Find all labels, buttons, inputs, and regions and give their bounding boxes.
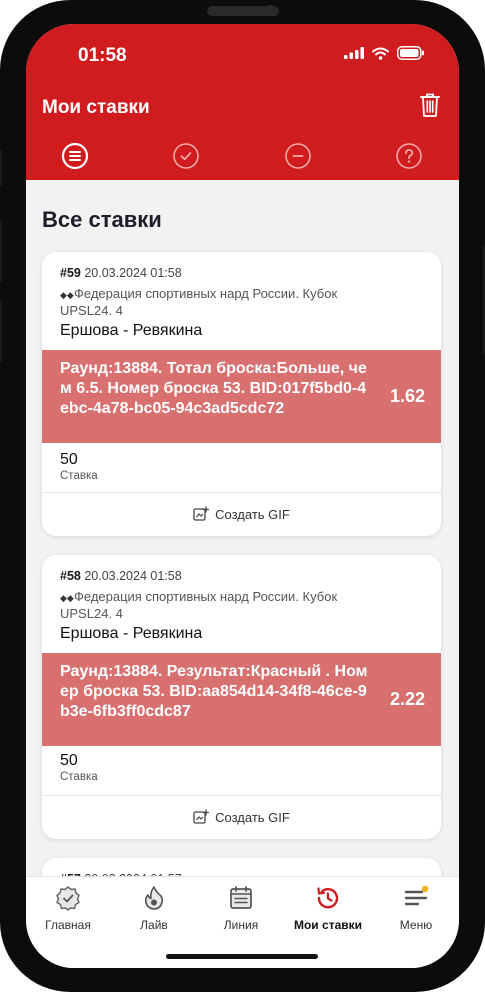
question-circle-icon <box>396 143 422 169</box>
nav-label: Линия <box>223 918 259 932</box>
bet-id: #59 <box>60 266 81 280</box>
bet-datetime: 20.03.2024 01:58 <box>84 266 182 280</box>
bet-meta: #59 20.03.2024 01:58 <box>60 266 182 280</box>
backgammon-icon: ◆◆ <box>60 290 74 300</box>
check-circle-icon <box>173 143 199 169</box>
menu-icon <box>404 885 429 906</box>
stake-label: Ставка <box>60 771 98 783</box>
nav-label: Мои ставки <box>293 918 363 932</box>
volume-down-button <box>0 300 2 362</box>
tab-won[interactable] <box>172 142 200 170</box>
bet-odds: 2.22 <box>389 689 425 709</box>
nav-line[interactable]: Линия <box>201 885 281 932</box>
nav-live[interactable]: Лайв <box>114 885 194 932</box>
bet-meta: #58 20.03.2024 01:58 <box>60 569 182 583</box>
front-camera <box>265 5 276 16</box>
nav-my-bets[interactable]: Мои ставки <box>288 885 368 932</box>
bet-match: Ершова - Ревякина <box>60 625 203 642</box>
create-gif-button[interactable]: Создать GIF <box>42 493 441 535</box>
page-title: Мои ставки <box>42 97 150 118</box>
outcome-text: Раунд:13884. Результат:Красный . Номер б… <box>60 663 368 720</box>
bet-odds: 1.62 <box>389 386 425 406</box>
bet-league: ◆◆Федерация спортивных нард России. Кубо… <box>60 286 390 319</box>
bet-stake: 50 <box>60 752 78 769</box>
status-icons <box>344 46 425 60</box>
league-name: Федерация спортивных нард России. Кубок … <box>60 589 338 621</box>
create-gif-button[interactable]: Создать GIF <box>42 796 441 838</box>
list-icon <box>61 142 89 170</box>
tab-lost[interactable] <box>284 142 312 170</box>
bet-card[interactable]: #58 20.03.2024 01:58 ◆◆Федерация спортив… <box>42 555 441 839</box>
gif-icon <box>193 809 210 824</box>
delete-button[interactable] <box>419 92 441 123</box>
signal-icon <box>344 47 364 59</box>
bet-datetime: 20.03.2024 01:58 <box>84 569 182 583</box>
stake-label: Ставка <box>60 470 98 482</box>
phone-frame: 01:58 Мои ставки Все ставки #59 20.03.20… <box>0 0 485 992</box>
tab-all[interactable] <box>61 142 89 170</box>
wifi-icon <box>372 47 389 60</box>
gif-button-label: Создать GIF <box>215 506 290 522</box>
nav-label: Лайв <box>140 918 168 932</box>
outcome-text: Раунд:13884. Тотал броска:Больше, чем 6.… <box>60 360 367 417</box>
tab-pending[interactable] <box>395 142 423 170</box>
bet-league: ◆◆Федерация спортивных нард России. Кубо… <box>60 589 390 622</box>
bet-id: #58 <box>60 569 81 583</box>
league-name: Федерация спортивных нард России. Кубок … <box>60 286 338 318</box>
bet-outcome: Раунд:13884. Тотал броска:Больше, чем 6.… <box>42 350 441 443</box>
status-time: 01:58 <box>78 45 127 66</box>
nav-label: Главная <box>45 918 91 932</box>
line-icon <box>230 886 252 909</box>
battery-icon <box>397 46 424 60</box>
nav-label: Меню <box>399 918 433 932</box>
home-icon <box>56 886 80 911</box>
bet-match: Ершова - Ревякина <box>60 322 203 339</box>
home-indicator[interactable] <box>166 954 318 959</box>
trash-icon <box>420 93 440 117</box>
my-bets-icon <box>317 887 339 909</box>
volume-up-button <box>0 220 2 282</box>
mute-switch <box>0 150 2 186</box>
live-icon <box>144 886 164 910</box>
section-title: Все ставки <box>42 207 162 232</box>
screen: 01:58 Мои ставки Все ставки #59 20.03.20… <box>26 24 459 968</box>
minus-circle-icon <box>285 143 311 169</box>
bet-stake: 50 <box>60 451 78 468</box>
bet-outcome: Раунд:13884. Результат:Красный . Номер б… <box>42 653 441 746</box>
nav-home[interactable]: Главная <box>28 885 108 932</box>
gif-button-label: Создать GIF <box>215 809 290 825</box>
nav-menu[interactable]: Меню <box>376 885 456 932</box>
backgammon-icon: ◆◆ <box>60 593 74 603</box>
app-header: 01:58 Мои ставки <box>26 24 459 180</box>
gif-icon <box>193 506 210 521</box>
bet-card[interactable]: #59 20.03.2024 01:58 ◆◆Федерация спортив… <box>42 252 441 536</box>
